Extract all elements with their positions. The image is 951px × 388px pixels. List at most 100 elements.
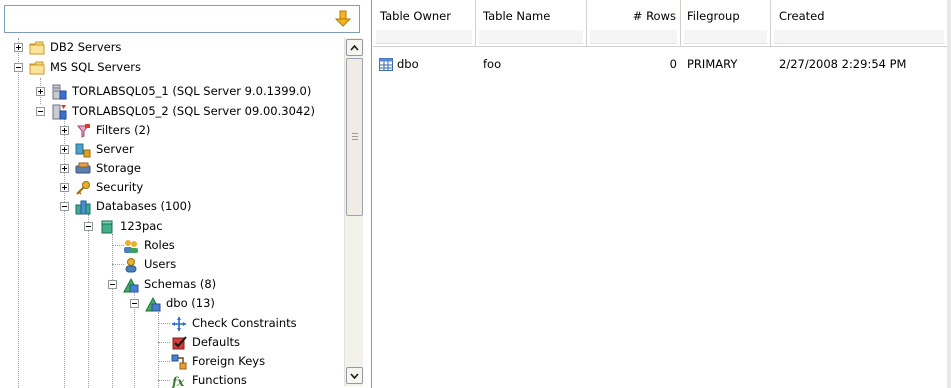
cell-table-owner: dbo: [379, 57, 419, 71]
tree-node-label: Functions: [192, 373, 247, 387]
tree-node-functions[interactable]: fx Functions: [171, 371, 247, 388]
table-icon: [379, 57, 393, 71]
apply-filter-button[interactable]: [333, 9, 353, 29]
cell-created: 2/27/2008 2:29:54 PM: [779, 57, 907, 71]
scroll-up-button[interactable]: [346, 39, 363, 56]
column-filter-cell[interactable]: [590, 30, 677, 44]
cell-filegroup: PRIMARY: [687, 57, 738, 71]
tree-node-label: Security: [96, 180, 144, 194]
tree-node-torlabsql05-2[interactable]: TORLABSQL05_2 (SQL Server 09.00.3042): [36, 102, 315, 121]
column-title: # Rows: [632, 9, 676, 23]
column-header-created[interactable]: Created: [771, 0, 947, 47]
chevron-up-icon: [350, 44, 359, 51]
tree-node-server[interactable]: Server: [60, 140, 134, 159]
filter-icon: [76, 123, 90, 138]
svg-text:fx: fx: [171, 375, 185, 388]
folder-icon: [29, 41, 45, 54]
column-title: Filegroup: [687, 9, 740, 23]
column-filter-cell[interactable]: [684, 30, 767, 44]
collapse-icon[interactable]: [108, 280, 117, 289]
tree-node-123pac[interactable]: 123pac: [84, 217, 163, 236]
grip-icon: [352, 133, 358, 140]
tree-node-schemas[interactable]: Schemas (8): [108, 275, 216, 294]
schema-icon: [145, 296, 161, 311]
tree-node-users[interactable]: Users: [123, 255, 176, 274]
databases-icon: [75, 200, 91, 214]
filter-bar: [4, 5, 360, 33]
tree-node-label: MS SQL Servers: [50, 60, 141, 74]
tree-node-label: Schemas (8): [144, 277, 217, 291]
tree-node-storage[interactable]: Storage: [60, 159, 141, 178]
tree-node-label: Storage: [96, 161, 141, 175]
database-icon: [101, 220, 113, 233]
object-explorer-pane: DB2 Servers MS SQL Servers TORLABSQL05_1…: [0, 0, 372, 388]
roles-icon: [124, 239, 138, 253]
tree-node-label: TORLABSQL05_1 (SQL Server 9.0.1399.0): [72, 84, 312, 98]
folder-icon: [29, 61, 45, 74]
collapse-icon[interactable]: [36, 107, 45, 116]
expand-icon[interactable]: [60, 164, 69, 173]
tree-node-label: Users: [144, 257, 177, 271]
column-header-filegroup[interactable]: Filegroup: [681, 0, 771, 47]
collapse-icon[interactable]: [130, 299, 139, 308]
tree-node-label: TORLABSQL05_2 (SQL Server 09.00.3042): [72, 104, 316, 118]
defaults-icon: [172, 335, 187, 349]
scroll-thumb[interactable]: [346, 58, 363, 216]
schemas-icon: [123, 277, 139, 292]
scroll-down-button[interactable]: [346, 367, 363, 384]
collapse-icon[interactable]: [14, 63, 23, 72]
column-header-table-owner[interactable]: Table Owner: [373, 0, 476, 47]
tree-node-label: Roles: [144, 238, 175, 252]
chevron-down-icon: [350, 372, 359, 379]
expand-icon[interactable]: [60, 126, 69, 135]
check-constraints-icon: [172, 316, 186, 331]
tree-node-foreign-keys[interactable]: Foreign Keys: [171, 352, 265, 371]
column-title: Created: [779, 9, 825, 23]
tree-node-label: DB2 Servers: [50, 40, 122, 54]
tree-node-torlabsql05-1[interactable]: TORLABSQL05_1 (SQL Server 9.0.1399.0): [36, 82, 311, 101]
foreign-keys-icon: [171, 354, 187, 369]
tree-node-security[interactable]: Security: [60, 178, 143, 197]
tree-node-label: Check Constraints: [192, 316, 297, 330]
column-filter-cell[interactable]: [376, 30, 472, 44]
column-filter-cell[interactable]: [479, 30, 583, 44]
cell-table-name: foo: [483, 57, 502, 71]
server-active-icon: [52, 104, 67, 119]
key-icon: [76, 180, 90, 195]
tree-node-roles[interactable]: Roles: [123, 236, 175, 255]
grid-header: Table Owner Table Name # Rows Filegroup …: [373, 0, 951, 47]
column-header-rows[interactable]: # Rows: [587, 0, 681, 47]
user-icon: [125, 257, 137, 272]
tree-node-label: Defaults: [192, 335, 241, 349]
server-icon: [52, 84, 67, 99]
column-title: Table Owner: [380, 9, 451, 23]
expand-icon[interactable]: [36, 87, 45, 96]
tree-node-check-constraints[interactable]: Check Constraints: [171, 314, 297, 333]
tables-grid-pane: Table Owner Table Name # Rows Filegroup …: [373, 0, 951, 388]
tree-node-ms-sql-servers[interactable]: MS SQL Servers: [14, 58, 141, 77]
tree-node-defaults[interactable]: Defaults: [171, 333, 240, 352]
arrow-down-icon: [334, 10, 352, 27]
tree-node-label: Filters (2): [96, 123, 151, 137]
filter-input[interactable]: [5, 6, 305, 32]
expand-icon[interactable]: [14, 43, 23, 52]
tree-node-label: 123pac: [120, 219, 163, 233]
tree-node-label: dbo (13): [166, 296, 215, 310]
storage-icon: [75, 162, 91, 173]
collapse-icon[interactable]: [84, 222, 93, 231]
server-node-icon: [75, 143, 91, 157]
collapse-icon[interactable]: [60, 202, 69, 211]
column-filter-cell[interactable]: [774, 30, 944, 44]
tree-node-db2-servers[interactable]: DB2 Servers: [14, 38, 121, 57]
tree-node-databases[interactable]: Databases (100): [60, 197, 191, 216]
expand-icon[interactable]: [60, 183, 69, 192]
table-owner-value: dbo: [397, 57, 419, 71]
expand-icon[interactable]: [60, 145, 69, 154]
tree-node-filters[interactable]: Filters (2): [60, 121, 150, 140]
window-edge: [947, 0, 951, 388]
tree-node-label: Foreign Keys: [192, 354, 266, 368]
column-header-table-name[interactable]: Table Name: [476, 0, 587, 47]
tree-vertical-scrollbar[interactable]: [344, 38, 363, 386]
tree-node-label: Databases (100): [96, 199, 192, 213]
tree-node-dbo[interactable]: dbo (13): [130, 294, 215, 313]
